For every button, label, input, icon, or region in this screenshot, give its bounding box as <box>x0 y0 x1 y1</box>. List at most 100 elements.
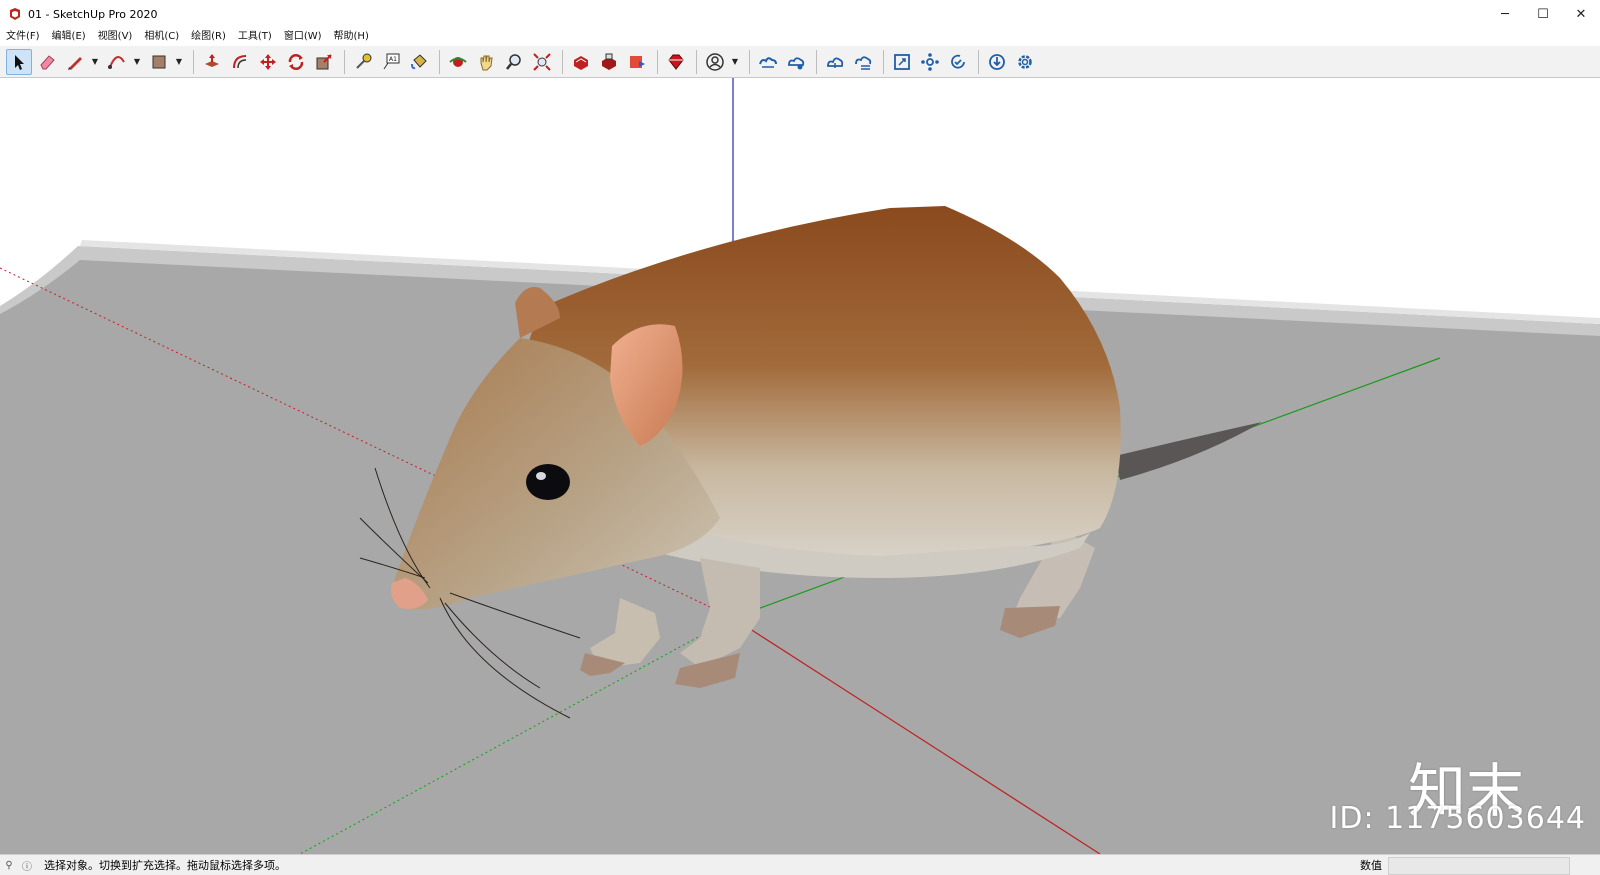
menu-view[interactable]: 视图(V) <box>92 28 139 46</box>
toolbar-separator <box>193 49 194 74</box>
shapes-tool-button[interactable] <box>146 49 172 75</box>
menu-camera[interactable]: 相机(C) <box>138 28 185 46</box>
trimble-connect-list-button[interactable] <box>850 49 876 75</box>
move-tool-button[interactable] <box>255 49 281 75</box>
account-icon <box>706 52 724 71</box>
pencil-icon <box>68 56 82 70</box>
cloud-open-icon <box>827 57 844 68</box>
arc-tool-button[interactable] <box>104 49 130 75</box>
warehouse-button[interactable] <box>568 49 594 75</box>
3d-warehouse-icon <box>574 55 588 70</box>
ruby-icon <box>668 54 684 70</box>
offset-tool-button[interactable] <box>227 49 253 75</box>
download-button[interactable] <box>984 49 1010 75</box>
close-button[interactable]: ✕ <box>1562 0 1600 28</box>
measurements-input[interactable] <box>1388 857 1570 875</box>
trimble-connect-share-button[interactable] <box>783 49 809 75</box>
toolbar-separator <box>816 49 817 74</box>
drawing-viewport[interactable]: 知末 ID: 1175603644 <box>0 78 1600 854</box>
sketchup-logo-icon <box>8 7 22 21</box>
text-icon: A1 <box>383 53 400 69</box>
menu-help[interactable]: 帮助(H) <box>328 28 375 46</box>
trimble-connect-open-button[interactable] <box>822 49 848 75</box>
measurements-label: 数值 <box>1360 859 1382 872</box>
toolbar-separator <box>749 49 750 74</box>
eraser-tool-button[interactable] <box>34 49 60 75</box>
cloud-list-icon <box>855 55 872 70</box>
rat-eye-highlight <box>536 472 546 480</box>
pan-hand-icon <box>480 55 493 70</box>
status-bar: ⚲ ⓘ 选择对象。切换到扩充选择。拖动鼠标选择多项。 数值 <box>0 854 1600 875</box>
extension-manager-button[interactable] <box>663 49 689 75</box>
cloud-sync-icon <box>759 56 777 68</box>
download-icon <box>989 53 1005 70</box>
line-dropdown-chevron-icon[interactable]: ▼ <box>90 49 100 75</box>
move-icon <box>260 53 276 70</box>
menu-tools[interactable]: 工具(T) <box>232 28 278 46</box>
menu-draw[interactable]: 绘图(R) <box>185 28 232 46</box>
resize-window-button[interactable] <box>889 49 915 75</box>
eraser-icon <box>40 54 55 69</box>
toolbar-separator <box>978 49 979 74</box>
gear-icon <box>1018 54 1032 69</box>
orbit-icon <box>449 56 467 67</box>
toolbar-separator <box>562 49 563 74</box>
offset-icon <box>233 54 247 68</box>
rectangle-icon <box>152 55 166 68</box>
select-tool-button[interactable] <box>6 48 32 75</box>
line-tool-button[interactable] <box>62 49 88 75</box>
scale-icon <box>316 53 332 69</box>
tape-measure-icon <box>356 53 372 69</box>
window-controls: ─ ☐ ✕ <box>1486 0 1600 28</box>
rotate-icon <box>288 53 304 70</box>
pan-tool-button[interactable] <box>473 49 499 75</box>
status-message: 选择对象。切换到扩充选择。拖动鼠标选择多项。 <box>44 859 286 872</box>
geolocation-icon[interactable]: ⚲ <box>0 856 18 874</box>
extension-warehouse-icon <box>602 53 616 70</box>
check-refresh-icon <box>951 54 965 68</box>
orbit-tool-button[interactable] <box>445 49 471 75</box>
toolbar-separator <box>344 49 345 74</box>
settings-cluster-icon <box>921 52 939 71</box>
minimize-button[interactable]: ─ <box>1486 0 1524 28</box>
watermark-id: ID: 1175603644 <box>1329 801 1586 836</box>
zoom-icon <box>506 53 521 70</box>
arc-icon <box>108 55 125 69</box>
account-button[interactable] <box>702 49 728 75</box>
scale-tool-button[interactable] <box>311 49 337 75</box>
menu-window[interactable]: 窗口(W) <box>278 28 328 46</box>
large-toolset-toolbar: ▼ ▼ ▼ A1 ▼ <box>0 46 1600 78</box>
menu-bar: 文件(F) 编辑(E) 视图(V) 相机(C) 绘图(R) 工具(T) 窗口(W… <box>0 28 1600 46</box>
cloud-share-icon <box>788 56 805 69</box>
select-arrow-icon <box>15 54 24 70</box>
extension-warehouse-button[interactable] <box>596 49 622 75</box>
rotate-tool-button[interactable] <box>283 49 309 75</box>
toolbar-separator <box>657 49 658 74</box>
check-validity-button[interactable] <box>945 49 971 75</box>
zoom-tool-button[interactable] <box>501 49 527 75</box>
maximize-button[interactable]: ☐ <box>1524 0 1562 28</box>
menu-file[interactable]: 文件(F) <box>0 28 46 46</box>
arc-dropdown-chevron-icon[interactable]: ▼ <box>132 49 142 75</box>
paint-bucket-icon <box>411 53 427 69</box>
window-title: 01 - SketchUp Pro 2020 <box>28 7 158 21</box>
toolbar-separator <box>696 49 697 74</box>
trimble-connect-sync-button[interactable] <box>755 49 781 75</box>
menu-edit[interactable]: 编辑(E) <box>46 28 92 46</box>
shapes-dropdown-chevron-icon[interactable]: ▼ <box>174 49 184 75</box>
toolbar-separator <box>883 49 884 74</box>
info-icon[interactable]: ⓘ <box>18 856 36 874</box>
paint-bucket-tool-button[interactable] <box>406 49 432 75</box>
preferences-button[interactable] <box>1012 49 1038 75</box>
title-bar: 01 - SketchUp Pro 2020 ─ ☐ ✕ <box>0 0 1600 28</box>
send-to-layout-button[interactable] <box>624 49 650 75</box>
svg-text:A1: A1 <box>389 56 397 63</box>
account-dropdown-chevron-icon[interactable]: ▼ <box>730 49 740 75</box>
zoom-extents-tool-button[interactable] <box>529 49 555 75</box>
scene-canvas <box>0 78 1600 854</box>
tape-measure-tool-button[interactable] <box>350 49 376 75</box>
push-pull-tool-button[interactable] <box>199 49 225 75</box>
resize-icon <box>894 53 910 70</box>
model-info-button[interactable] <box>917 49 943 75</box>
text-tool-button[interactable]: A1 <box>378 49 404 75</box>
